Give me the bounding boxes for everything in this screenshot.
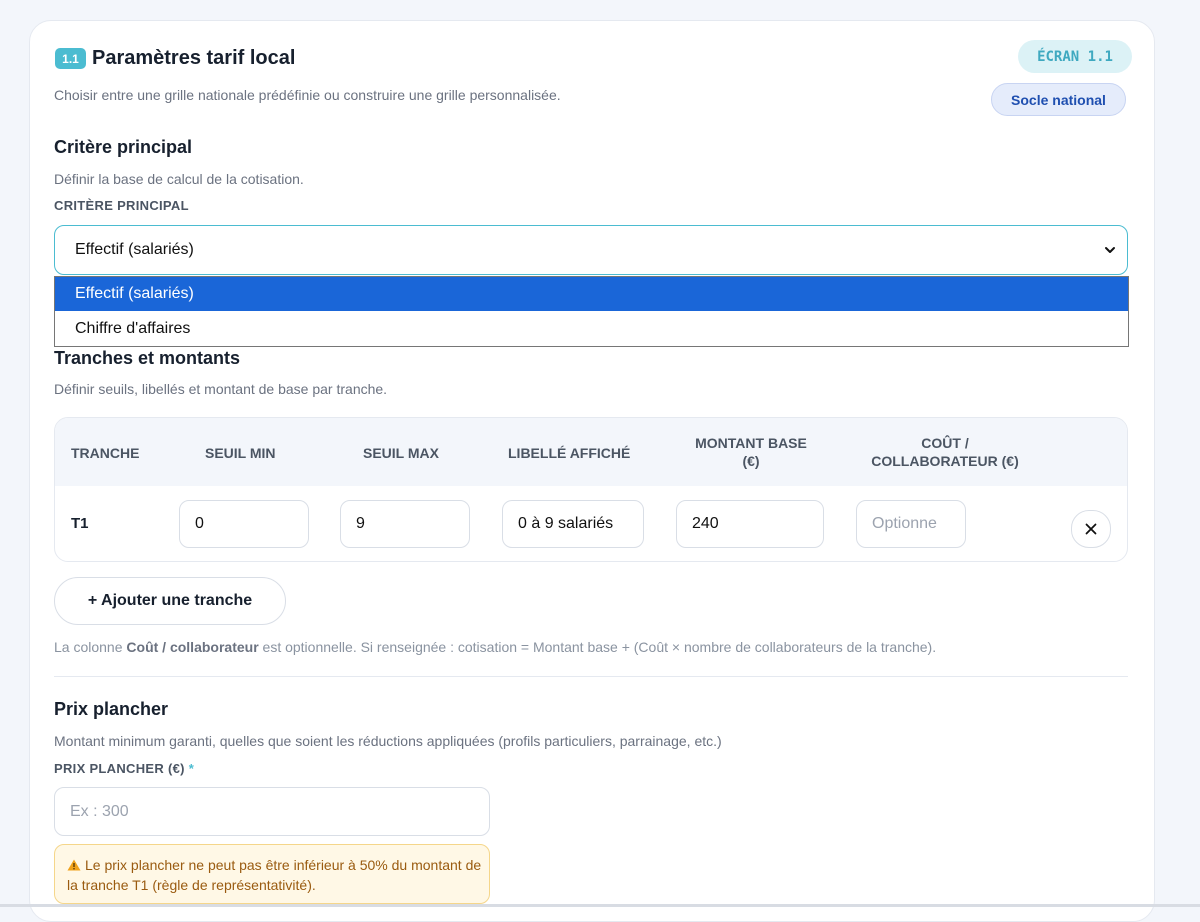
column-header-libelle: LIBELLÉ AFFICHÉ xyxy=(508,445,631,461)
option-label: Chiffre d'affaires xyxy=(75,320,191,337)
tranches-title: Tranches et montants xyxy=(54,348,241,368)
header-line: COÛT / xyxy=(921,435,969,451)
warning-text: Le prix plancher ne peut pas être inféri… xyxy=(67,857,482,893)
floor-price-placeholder: Ex : 300 xyxy=(70,803,129,820)
column-header-montant: MONTANT BASE (€) xyxy=(680,434,822,470)
column-header-cout: COÛT / COLLABORATEUR (€) xyxy=(855,434,1035,470)
divider xyxy=(54,676,1128,677)
remove-tranche-button[interactable] xyxy=(1071,510,1111,548)
tranches-table: TRANCHE SEUIL MIN SEUIL MAX LIBELLÉ AFFI… xyxy=(54,417,1128,562)
tranches-description: Définir seuils, libellés et montant de b… xyxy=(54,381,388,397)
warning-icon xyxy=(67,859,81,871)
criteria-select-value: Effectif (salariés) xyxy=(75,241,194,258)
floor-price-label-text: PRIX PLANCHER (€) xyxy=(54,761,185,776)
criteria-option-effectif[interactable]: Effectif (salariés) xyxy=(55,277,1128,311)
column-header-seuil-min: SEUIL MIN xyxy=(205,445,276,461)
montant-input[interactable]: 240 xyxy=(676,500,824,548)
table-header: TRANCHE SEUIL MIN SEUIL MAX LIBELLÉ AFFI… xyxy=(55,418,1127,486)
header-line: COLLABORATEUR (€) xyxy=(871,453,1019,469)
column-header-seuil-max: SEUIL MAX xyxy=(363,445,439,461)
montant-value: 240 xyxy=(692,515,719,532)
note-prefix: La colonne xyxy=(54,639,127,655)
screen-badge: ÉCRAN 1.1 xyxy=(1018,40,1132,73)
criteria-option-chiffre-affaires[interactable]: Chiffre d'affaires xyxy=(55,312,1128,346)
criteria-select[interactable]: Effectif (salariés) xyxy=(54,225,1128,275)
seuil-min-value: 0 xyxy=(195,515,204,532)
floor-price-warning: Le prix plancher ne peut pas être inféri… xyxy=(54,844,490,904)
floor-price-input[interactable]: Ex : 300 xyxy=(54,787,490,836)
note-bold: Coût / collaborateur xyxy=(126,639,259,655)
libelle-value: 0 à 9 salariés xyxy=(518,515,614,532)
add-tranche-button[interactable]: + Ajouter une tranche xyxy=(54,577,286,625)
libelle-input[interactable]: 0 à 9 salariés xyxy=(502,500,644,548)
header-line: MONTANT BASE xyxy=(695,435,807,451)
criteria-description: Définir la base de calcul de la cotisati… xyxy=(54,171,304,187)
page-title: Paramètres tarif local xyxy=(92,47,296,69)
header-line: (€) xyxy=(742,453,760,469)
seuil-min-input[interactable]: 0 xyxy=(179,500,309,548)
column-header-tranche: TRANCHE xyxy=(71,445,140,461)
required-mark: * xyxy=(188,761,195,776)
cout-placeholder: Optionne xyxy=(872,515,937,532)
floor-price-label: PRIX PLANCHER (€) * xyxy=(54,761,194,776)
tranche-code: T1 xyxy=(71,515,89,532)
chevron-down-icon xyxy=(1105,247,1115,253)
seuil-max-input[interactable]: 9 xyxy=(340,500,470,548)
criteria-title: Critère principal xyxy=(54,137,193,157)
seuil-max-value: 9 xyxy=(356,515,365,532)
criteria-field-label: CRITÈRE PRINCIPAL xyxy=(54,198,189,213)
option-label: Effectif (salariés) xyxy=(75,285,194,302)
floor-price-title: Prix plancher xyxy=(54,699,169,719)
page-subtitle: Choisir entre une grille nationale prédé… xyxy=(54,87,561,103)
criteria-dropdown-list: Effectif (salariés) Chiffre d'affaires xyxy=(54,276,1129,347)
tarif-card: 1.1 Paramètres tarif local Choisir entre… xyxy=(29,20,1155,922)
optional-column-note: La colonne Coût / collaborateur est opti… xyxy=(54,639,936,655)
cout-input[interactable]: Optionne xyxy=(856,500,966,548)
note-suffix: est optionnelle. Si renseignée : cotisat… xyxy=(258,639,937,655)
close-icon xyxy=(1085,523,1097,535)
socle-national-badge[interactable]: Socle national xyxy=(991,83,1126,116)
section-number-badge: 1.1 xyxy=(55,48,86,69)
floor-price-description: Montant minimum garanti, quelles que soi… xyxy=(54,733,722,749)
